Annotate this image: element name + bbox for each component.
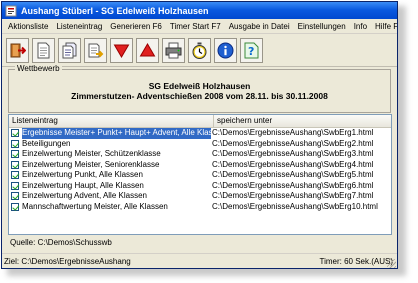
list-item-entry: Einzelwertung Meister, Schützenklasse: [9, 149, 211, 160]
competition-heading: Zimmerstutzen- Adventschießen 2008 vom 2…: [71, 91, 328, 101]
document-export-icon: [88, 43, 104, 57]
list-item-path: C:\Demos\ErgebnisseAushang\SwbErg10.html: [212, 201, 378, 211]
svg-text:?: ?: [248, 45, 254, 58]
wettbewerb-group: Wettbewerb SG Edelweiß Holzhausen Zimmer…: [8, 64, 391, 113]
list-item[interactable]: Einzelwertung Advent, Alle Klassen C:\Dem…: [9, 191, 391, 202]
help-icon: ?: [244, 42, 259, 58]
move-up-button[interactable]: [136, 37, 159, 63]
list-item-label: Ergebnisse Meister+ Punkt+ Haupt+ Advent…: [22, 128, 211, 139]
menu-item-einstellungen[interactable]: Einstellungen: [295, 22, 351, 31]
list-item-entry: Beteiligungen: [9, 139, 211, 150]
wettbewerb-label: Wettbewerb: [15, 64, 62, 73]
info-icon: [217, 42, 234, 58]
list-item-checkbox[interactable]: [11, 150, 19, 159]
list-item[interactable]: Einzelwertung Meister, Seniorenklasse C:\…: [9, 160, 391, 171]
list-item-label: Einzelwertung Punkt, Alle Klassen: [22, 170, 143, 179]
new-document-button[interactable]: [32, 37, 55, 63]
title-bar[interactable]: Aushang Stüberl - SG Edelweiß Holzhausen: [2, 2, 397, 19]
list-item[interactable]: Ergebnisse Meister+ Punkt+ Haupt+ Advent…: [9, 128, 391, 139]
app-window: Aushang Stüberl - SG Edelweiß Holzhausen…: [1, 1, 398, 269]
status-timer: Timer: 60 Sek.(AUS): [319, 257, 394, 266]
menu-bar: Aktionsliste Listeneintrag Generieren F6 Ti…: [2, 19, 397, 34]
arrow-down-icon: [113, 44, 130, 58]
menu-item-listeneintrag[interactable]: Listeneintrag: [53, 22, 107, 31]
timer-button[interactable]: [188, 37, 211, 63]
document-list-icon: [62, 42, 77, 58]
list-item-checkbox[interactable]: [11, 139, 19, 148]
list-item[interactable]: Mannschaftwertung Meister, Alle Klassen C…: [9, 202, 391, 213]
list-item-entry: Einzelwertung Haupt, Alle Klassen: [9, 181, 211, 192]
list-header: Listeneintrag speichern unter: [9, 115, 391, 128]
column-header-listeneintrag[interactable]: Listeneintrag: [9, 115, 214, 127]
window-title: Aushang Stüberl - SG Edelweiß Holzhausen: [21, 5, 209, 16]
status-bar: Ziel: C:\Demos\ErgebnisseAushang Timer: …: [2, 253, 397, 268]
help-button[interactable]: ?: [240, 37, 263, 63]
app-icon: [5, 5, 17, 16]
info-button[interactable]: [214, 37, 237, 63]
menu-item-hilfe-f1[interactable]: Hilfe F1: [372, 22, 397, 31]
list-item-checkbox[interactable]: [11, 160, 19, 169]
list-item-checkbox[interactable]: [11, 181, 19, 190]
entries-list[interactable]: Listeneintrag speichern unter Ergebnisse…: [8, 114, 392, 235]
list-item-label: Beteiligungen: [22, 138, 71, 148]
status-target-path: Ziel: C:\Demos\ErgebnisseAushang: [4, 257, 131, 266]
document-list-button[interactable]: [58, 37, 81, 63]
list-item-checkbox[interactable]: [11, 192, 19, 201]
list-item-path: C:\Demos\ErgebnisseAushang\SwbErg7.html: [212, 191, 374, 200]
resize-grip[interactable]: [387, 259, 396, 268]
list-item-checkbox[interactable]: [11, 202, 19, 211]
arrow-up-icon: [139, 42, 156, 56]
menu-item-generieren-f6[interactable]: Generieren F6: [107, 22, 167, 31]
list-item-path: C:\Demos\ErgebnisseAushang\SwbErg1.html: [212, 128, 374, 137]
document-icon: [37, 42, 50, 58]
exit-button[interactable]: [6, 37, 29, 63]
list-item-entry: Ergebnisse Meister+ Punkt+ Haupt+ Advent…: [9, 128, 211, 139]
exit-icon: [10, 43, 26, 57]
list-item-path: C:\Demos\ErgebnisseAushang\SwbErg5.html: [212, 170, 374, 179]
list-item-label: Einzelwertung Meister, Seniorenklasse: [22, 159, 160, 169]
list-item-entry: Einzelwertung Advent, Alle Klassen: [9, 191, 211, 202]
printer-icon: [165, 42, 182, 58]
column-header-speichern-unter[interactable]: speichern unter: [214, 115, 391, 127]
list-item-label: Einzelwertung Meister, Schützenklasse: [22, 149, 161, 158]
menu-item-timer-start-f7[interactable]: Timer Start F7: [167, 22, 226, 31]
list-item-path: C:\Demos\ErgebnisseAushang\SwbErg6.html: [212, 180, 374, 190]
source-path: Quelle: C:\Demos\Schusswb: [10, 238, 112, 247]
toolbar: ?: [2, 34, 397, 67]
list-item-entry: Einzelwertung Meister, Seniorenklasse: [9, 160, 211, 171]
move-down-button[interactable]: [110, 37, 133, 63]
list-item-entry: Mannschaftwertung Meister, Alle Klassen: [9, 202, 211, 213]
list-item[interactable]: Einzelwertung Meister, Schützenklasse C:\…: [9, 149, 391, 160]
document-export-button[interactable]: [84, 37, 107, 63]
list-item[interactable]: Einzelwertung Punkt, Alle Klassen C:\Demo…: [9, 170, 391, 181]
list-item-entry: Einzelwertung Punkt, Alle Klassen: [9, 170, 211, 181]
list-item-path: C:\Demos\ErgebnisseAushang\SwbErg3.html: [212, 149, 374, 158]
club-name-heading: SG Edelweiß Holzhausen: [148, 81, 251, 91]
menu-item-aktionsliste[interactable]: Aktionsliste: [5, 22, 53, 31]
list-item-path: C:\Demos\ErgebnisseAushang\SwbErg4.html: [212, 159, 374, 169]
print-button[interactable]: [162, 37, 185, 63]
list-item-path: C:\Demos\ErgebnisseAushang\SwbErg2.html: [212, 138, 374, 148]
menu-item-ausgabe-in-datei[interactable]: Ausgabe in Datei: [226, 22, 295, 31]
list-item[interactable]: Beteiligungen C:\Demos\ErgebnisseAushang\…: [9, 139, 391, 150]
list-rows: Ergebnisse Meister+ Punkt+ Haupt+ Advent…: [9, 128, 391, 212]
list-item-label: Einzelwertung Advent, Alle Klassen: [22, 191, 147, 200]
timer-icon: [192, 42, 207, 59]
list-item-label: Mannschaftwertung Meister, Alle Klassen: [22, 201, 168, 211]
list-item-checkbox[interactable]: [11, 129, 19, 138]
list-item-label: Einzelwertung Haupt, Alle Klassen: [22, 180, 144, 190]
list-item-checkbox[interactable]: [11, 171, 19, 180]
list-item[interactable]: Einzelwertung Haupt, Alle Klassen C:\Demo…: [9, 181, 391, 192]
menu-item-info[interactable]: Info: [351, 22, 372, 31]
